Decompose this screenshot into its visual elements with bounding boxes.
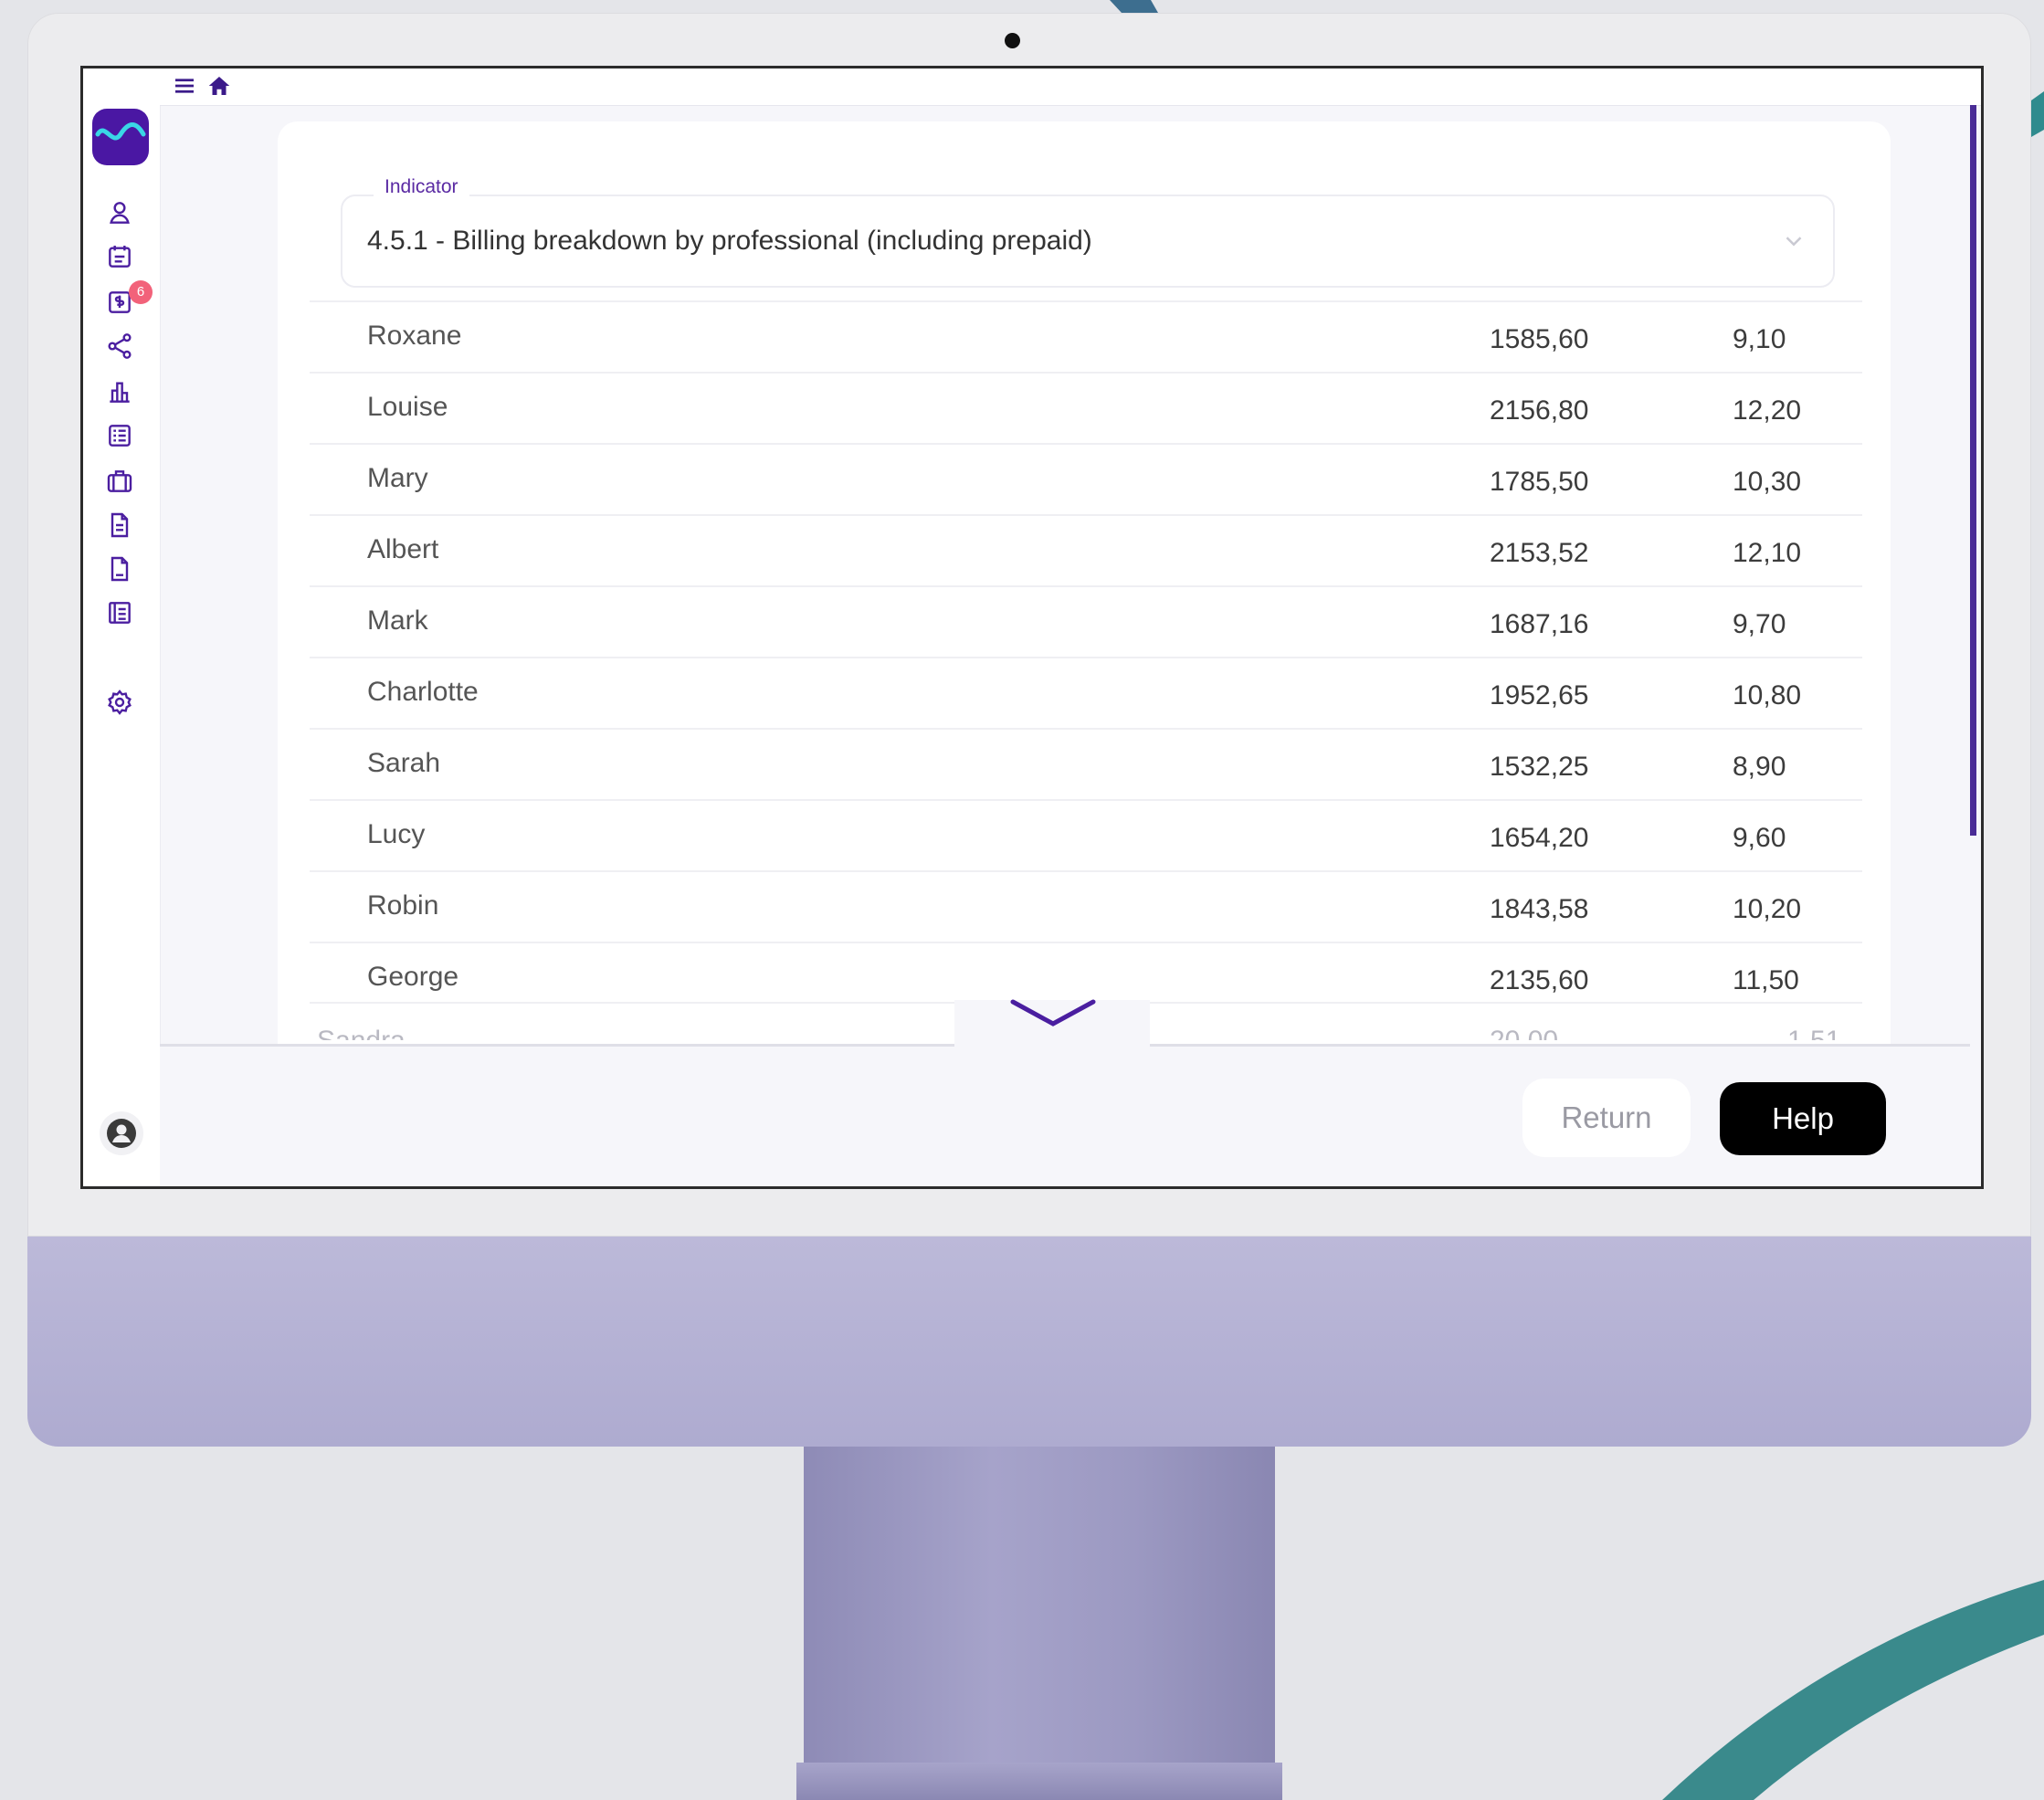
billing-amount: 1654,20 (1490, 823, 1589, 853)
billing-percent: 10,20 (1733, 894, 1802, 924)
calendar-icon[interactable] (105, 242, 134, 271)
professional-name: Robin (367, 890, 439, 921)
indicator-select[interactable]: Indicator 4.5.1 - Billing breakdown by p… (341, 176, 1835, 288)
billing-percent: 1,51 (1787, 1026, 1840, 1040)
app-logo[interactable] (92, 109, 149, 165)
billing-table: Roxane 1585,60 9,10 Louise 2156,80 12,20… (310, 300, 1862, 1013)
professional-name: Sarah (367, 748, 441, 778)
professional-name: Albert (367, 534, 439, 564)
help-button[interactable]: Help (1720, 1082, 1886, 1155)
billing-percent: 9,70 (1733, 609, 1786, 639)
table-row[interactable]: Robin 1843,58 10,20 (310, 870, 1862, 942)
top-bar (160, 68, 1981, 106)
indicator-label: Indicator (374, 176, 469, 198)
report-icon[interactable] (105, 598, 134, 627)
table-row[interactable]: Lucy 1654,20 9,60 (310, 799, 1862, 870)
table-row[interactable]: Roxane 1585,60 9,10 (310, 300, 1862, 372)
billing-percent: 8,90 (1733, 752, 1786, 782)
billing-amount: 2153,52 (1490, 538, 1589, 568)
billing-percent: 11,50 (1733, 965, 1799, 995)
content-card: Indicator 4.5.1 - Billing breakdown by p… (278, 121, 1891, 1044)
webcam (1005, 33, 1020, 48)
billing-amount: 1532,25 (1490, 752, 1589, 782)
table-row[interactable]: Mark 1687,16 9,70 (310, 585, 1862, 657)
user-icon[interactable] (105, 198, 134, 227)
billing-percent: 10,80 (1733, 680, 1802, 711)
billing-amount: 1952,65 (1490, 680, 1589, 711)
billing-percent: 12,20 (1733, 395, 1802, 426)
table-row[interactable]: Charlotte 1952,65 10,80 (310, 657, 1862, 728)
wave-logo-icon (95, 122, 146, 141)
billing-percent: 12,10 (1733, 538, 1802, 568)
billing-amount: 1785,50 (1490, 467, 1589, 497)
home-icon[interactable] (205, 72, 233, 100)
monitor-chin (27, 1237, 2031, 1447)
table-row[interactable]: Louise 2156,80 12,20 (310, 372, 1862, 443)
professional-name: Roxane (367, 321, 462, 351)
billing-percent: 9,60 (1733, 823, 1786, 853)
briefcase-icon[interactable] (105, 467, 134, 496)
file-icon[interactable] (105, 554, 134, 584)
share-icon[interactable] (105, 332, 134, 361)
chevron-down-icon[interactable] (1780, 227, 1807, 255)
return-button[interactable]: Return (1522, 1079, 1691, 1157)
professional-name: Lucy (367, 819, 426, 849)
sidebar: 6 (83, 68, 161, 1186)
billing-amount: 2156,80 (1490, 395, 1589, 426)
scroll-down-chevron-icon[interactable] (1009, 996, 1097, 1033)
table-row[interactable]: Mary 1785,50 10,30 (310, 443, 1862, 514)
billing-amount: 1585,60 (1490, 324, 1589, 354)
account-circle-icon (107, 1119, 136, 1148)
indicator-value: 4.5.1 - Billing breakdown by professiona… (367, 226, 1092, 256)
bar-chart-icon[interactable] (105, 377, 134, 406)
professional-name: George (367, 962, 459, 992)
professional-name: Charlotte (367, 677, 479, 707)
table-row[interactable]: Albert 2153,52 12,10 (310, 514, 1862, 585)
monitor-stand (804, 1447, 1275, 1800)
billing-percent: 10,30 (1733, 467, 1802, 497)
checklist-icon[interactable] (105, 421, 134, 450)
billing-amount: 1687,16 (1490, 609, 1589, 639)
professional-name: Sandra (317, 1026, 406, 1040)
user-avatar[interactable] (100, 1111, 143, 1155)
monitor-stand-base (796, 1763, 1282, 1800)
professional-name: Mary (367, 463, 428, 493)
menu-icon[interactable] (171, 72, 198, 100)
billing-percent: 9,10 (1733, 324, 1786, 354)
billing-amount: 1843,58 (1490, 894, 1589, 924)
settings-icon[interactable] (105, 688, 134, 717)
app-screen: 6 Indicator 4.5.1 - Billing breakdown by… (80, 66, 1984, 1189)
billing-amount: 2135,60 (1490, 965, 1589, 995)
table-row[interactable]: Sarah 1532,25 8,90 (310, 728, 1862, 799)
professional-name: Louise (367, 392, 448, 422)
professional-name: Mark (367, 605, 428, 636)
scrollbar-thumb[interactable] (1970, 105, 1976, 836)
document-icon[interactable] (105, 511, 134, 540)
billing-badge: 6 (129, 280, 153, 304)
billing-amount: 20,00 (1490, 1026, 1558, 1040)
footer-bar (160, 1047, 1981, 1186)
